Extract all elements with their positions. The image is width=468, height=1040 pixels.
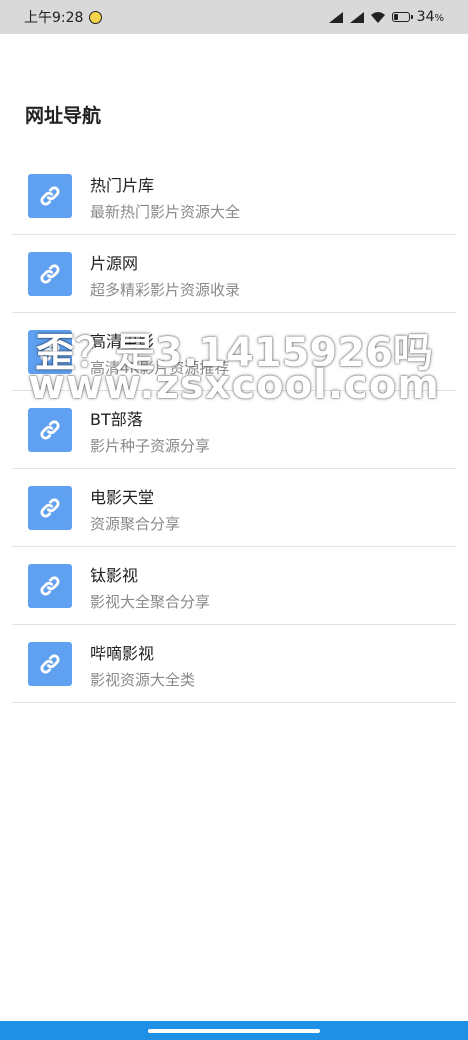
link-icon-glyph [40,576,60,596]
status-right: 34% [328,9,444,25]
signal-icon-1 [328,11,343,23]
status-time: 上午9:28 [24,10,84,26]
item-title: 片源网 [90,254,139,273]
item-description: 影视大全聚合分享 [90,593,211,611]
weather-icon [89,10,103,24]
battery-icon [391,12,413,22]
status-left: 上午9:28 [24,7,103,27]
link-icon-glyph [40,498,60,518]
list-item[interactable]: 片源网超多精彩影片资源收录 [12,235,456,313]
link-icon-glyph [40,342,60,362]
navigation-bar [0,1021,468,1040]
item-description: 资源聚合分享 [90,515,181,533]
list-item[interactable]: 电影天堂资源聚合分享 [12,469,456,547]
battery-level [393,14,398,20]
link-icon-glyph [40,420,60,440]
item-description: 影视资源大全类 [90,671,196,689]
item-description: 最新热门影片资源大全 [90,203,241,221]
list-item[interactable]: BT部落影片种子资源分享 [12,391,456,469]
link-list: 热门片库最新热门影片资源大全 片源网超多精彩影片资源收录 高清电影高清4K影片资源推… [12,157,456,703]
home-indicator[interactable] [148,1028,320,1033]
item-title: 电影天堂 [90,488,155,507]
battery-percent: 34% [417,9,444,25]
link-icon [28,174,72,218]
battery-value: 34 [416,9,435,25]
item-title: 钛影视 [90,566,139,585]
list-item[interactable]: 高清电影高清4K影片资源推荐 [12,313,456,391]
link-icon [28,642,72,686]
battery-unit: % [434,13,444,24]
link-icon-glyph [40,186,60,206]
link-icon [28,330,72,374]
link-icon-glyph [40,654,60,674]
item-title: 哔嘀影视 [90,644,155,663]
wifi-icon [370,11,385,23]
item-title: BT部落 [90,410,143,429]
item-description: 高清4K影片资源推荐 [90,359,230,377]
list-item[interactable]: 哔嘀影视影视资源大全类 [12,625,456,703]
signal-icon-2 [349,11,364,23]
link-icon [28,408,72,452]
page-title: 网址导航 [25,105,102,127]
status-bar: 上午9:28 34% [0,0,468,34]
link-icon [28,486,72,530]
link-icon-glyph [40,264,60,284]
item-description: 超多精彩影片资源收录 [90,281,241,299]
list-item[interactable]: 钛影视影视大全聚合分享 [12,547,456,625]
item-title: 高清电影 [90,332,155,351]
list-item[interactable]: 热门片库最新热门影片资源大全 [12,157,456,235]
link-icon [28,252,72,296]
item-title: 热门片库 [90,176,155,195]
link-icon [28,564,72,608]
item-description: 影片种子资源分享 [90,437,211,455]
